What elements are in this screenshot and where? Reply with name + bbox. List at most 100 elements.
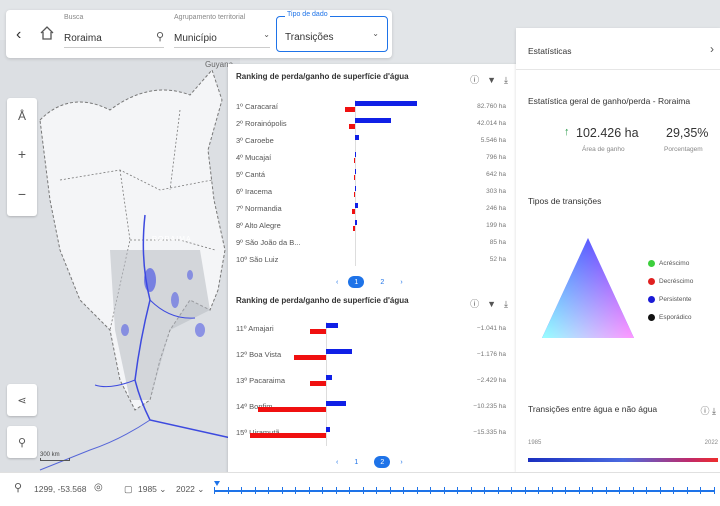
zoom-in-button[interactable]: + (7, 134, 37, 174)
ranking-row[interactable]: 2º Rorainópolis 42.014 ha (228, 118, 518, 131)
loss-bar (352, 209, 355, 214)
timeline-tick (700, 487, 702, 494)
ranking-row[interactable]: 4º Mucajaí 796 ha (228, 152, 518, 165)
loss-bar (354, 192, 355, 197)
ranking-row-name: 5º Cantá (236, 170, 266, 179)
gain-bar (326, 375, 332, 380)
chevron-down-icon[interactable]: ⌄ (372, 29, 379, 38)
timeline-tick (578, 487, 580, 494)
timeline-tick (349, 487, 351, 494)
ranking-actions: ⓘ ▼ ⤓ (462, 297, 508, 310)
map-controls: Å + − (7, 98, 37, 216)
timeline-slider[interactable] (214, 487, 715, 494)
timeline-tick (308, 487, 310, 494)
year-end-label: 2022 (704, 440, 718, 446)
ranking-row[interactable]: 9º São João da B... 85 ha (228, 238, 518, 250)
page-1-button[interactable]: 1 (348, 276, 365, 288)
filter-icon[interactable]: ▼ (487, 299, 496, 309)
timeline-tick (335, 487, 337, 494)
zoom-out-button[interactable]: − (7, 174, 37, 214)
ranking-row[interactable]: 1º Caracaraí 82.760 ha (228, 101, 518, 114)
search-toolbar: ‹ Busca Roraima ⚲ Agrupamento territoria… (6, 10, 392, 58)
page-2-button[interactable]: 2 (374, 276, 390, 288)
download-icon[interactable]: ⤓ (712, 406, 716, 416)
timeline-tick (227, 487, 229, 494)
timeline-tick (659, 487, 661, 494)
info-icon[interactable]: ⓘ (470, 299, 479, 309)
gain-bar (355, 203, 358, 208)
timeline-tick (497, 487, 499, 494)
share-icon: ⋖ (17, 394, 27, 407)
water-transitions-title: Transições entre água e não água (528, 404, 658, 414)
transitions-title: Tipos de transições (528, 196, 602, 206)
page-2-button[interactable]: 2 (374, 456, 391, 468)
coordinates-readout: 1299, -53.568 (34, 484, 87, 494)
legend-label: Acréscimo (659, 260, 690, 267)
filter-icon[interactable]: ▼ (487, 75, 496, 85)
page-1-button[interactable]: 1 (348, 456, 364, 468)
search-icon[interactable]: ⚲ (14, 481, 22, 494)
timeline-tick (268, 487, 270, 494)
chevron-left-icon[interactable]: ‹ (16, 26, 21, 44)
ranking-row[interactable]: 5º Cantá 642 ha (228, 169, 518, 182)
timeline-handle[interactable] (214, 481, 220, 486)
tools-button[interactable]: ⚲ (7, 426, 37, 458)
data-type-select[interactable]: Tipo de dado Transições ⌄ (276, 11, 388, 52)
loss-bar (250, 433, 326, 438)
timeline-tick (295, 487, 297, 494)
ranking-row[interactable]: 13º Pacaraima −2.429 ha (228, 375, 518, 388)
target-icon[interactable]: ◎ (94, 482, 103, 493)
prev-page-icon[interactable]: ‹ (336, 279, 338, 286)
calendar-icon[interactable]: ▢ (124, 484, 133, 495)
ranking-row[interactable]: 14º Bonfim −10.235 ha (228, 401, 518, 414)
search-icon[interactable]: ⚲ (156, 30, 164, 43)
download-icon[interactable]: ⤓ (504, 75, 508, 85)
legend-dot (648, 296, 655, 303)
ranking-row[interactable]: 3º Caroebe 5.546 ha (228, 135, 518, 148)
loss-bar (353, 226, 355, 231)
download-icon[interactable]: ⤓ (504, 299, 508, 309)
next-page-icon[interactable]: › (400, 279, 402, 286)
ranking-row[interactable]: 12º Boa Vista −1.176 ha (228, 349, 518, 362)
chevron-right-icon[interactable]: › (710, 42, 714, 56)
next-page-icon[interactable]: › (400, 459, 402, 466)
ranking-row-value: 199 ha (486, 222, 506, 229)
ranking-row[interactable]: 10º São Luiz 52 ha (228, 255, 518, 267)
ranking-row[interactable]: 6º Iracema 303 ha (228, 186, 518, 199)
stats-header: Estatísticas › (516, 28, 720, 70)
ranking-row[interactable]: 15º Uiramutã−15.335 ha (228, 427, 518, 440)
ranking-row-value: −10.235 ha (473, 403, 506, 410)
grouping-value: Município (174, 33, 217, 44)
info-icon[interactable]: ⓘ (470, 75, 479, 85)
ranking-row[interactable]: 7º Normandia 246 ha (228, 203, 518, 216)
year-to-select[interactable]: 2022 ⌄ (176, 484, 204, 495)
timeline-tick (484, 487, 486, 494)
loss-bar (354, 175, 355, 180)
year-from-select[interactable]: 1985 ⌄ (138, 484, 166, 495)
compass-icon[interactable]: Å (7, 98, 37, 134)
gain-bar (355, 118, 391, 123)
search-field[interactable]: Busca Roraima ⚲ (64, 14, 164, 50)
ranking-actions: ⓘ ▼ ⤓ (462, 73, 508, 86)
data-type-value: Transições (285, 32, 334, 43)
gain-bar (326, 427, 330, 432)
legend-item: Persistente (648, 296, 692, 303)
ranking-title: Ranking de perda/ganho de superfície d'á… (236, 296, 409, 305)
timeline-tick (403, 487, 405, 494)
search-input[interactable]: Roraima (64, 33, 102, 44)
ranking-row-value: 42.014 ha (477, 120, 506, 127)
grouping-select[interactable]: Agrupamento territorial Município ⌄ (174, 14, 270, 50)
prev-page-icon[interactable]: ‹ (336, 459, 338, 466)
chevron-down-icon[interactable]: ⌄ (263, 30, 270, 39)
ranking-row-value: 52 ha (489, 256, 506, 263)
legend-dot (648, 278, 655, 285)
ranking-row-name: 9º São João da B... (236, 238, 301, 247)
ranking-row-value: 796 ha (486, 154, 506, 161)
share-button[interactable]: ⋖ (7, 384, 37, 416)
info-icon[interactable]: ⓘ (700, 406, 709, 416)
home-icon[interactable] (38, 24, 56, 42)
ranking-row[interactable]: 11º Amajari −1.041 ha (228, 323, 518, 336)
ranking-row[interactable]: 8º Alto Alegre 199 ha (228, 220, 518, 233)
legend-item: Esporádico (648, 314, 692, 321)
pagination-top: ‹ 1 2 › (336, 276, 403, 288)
